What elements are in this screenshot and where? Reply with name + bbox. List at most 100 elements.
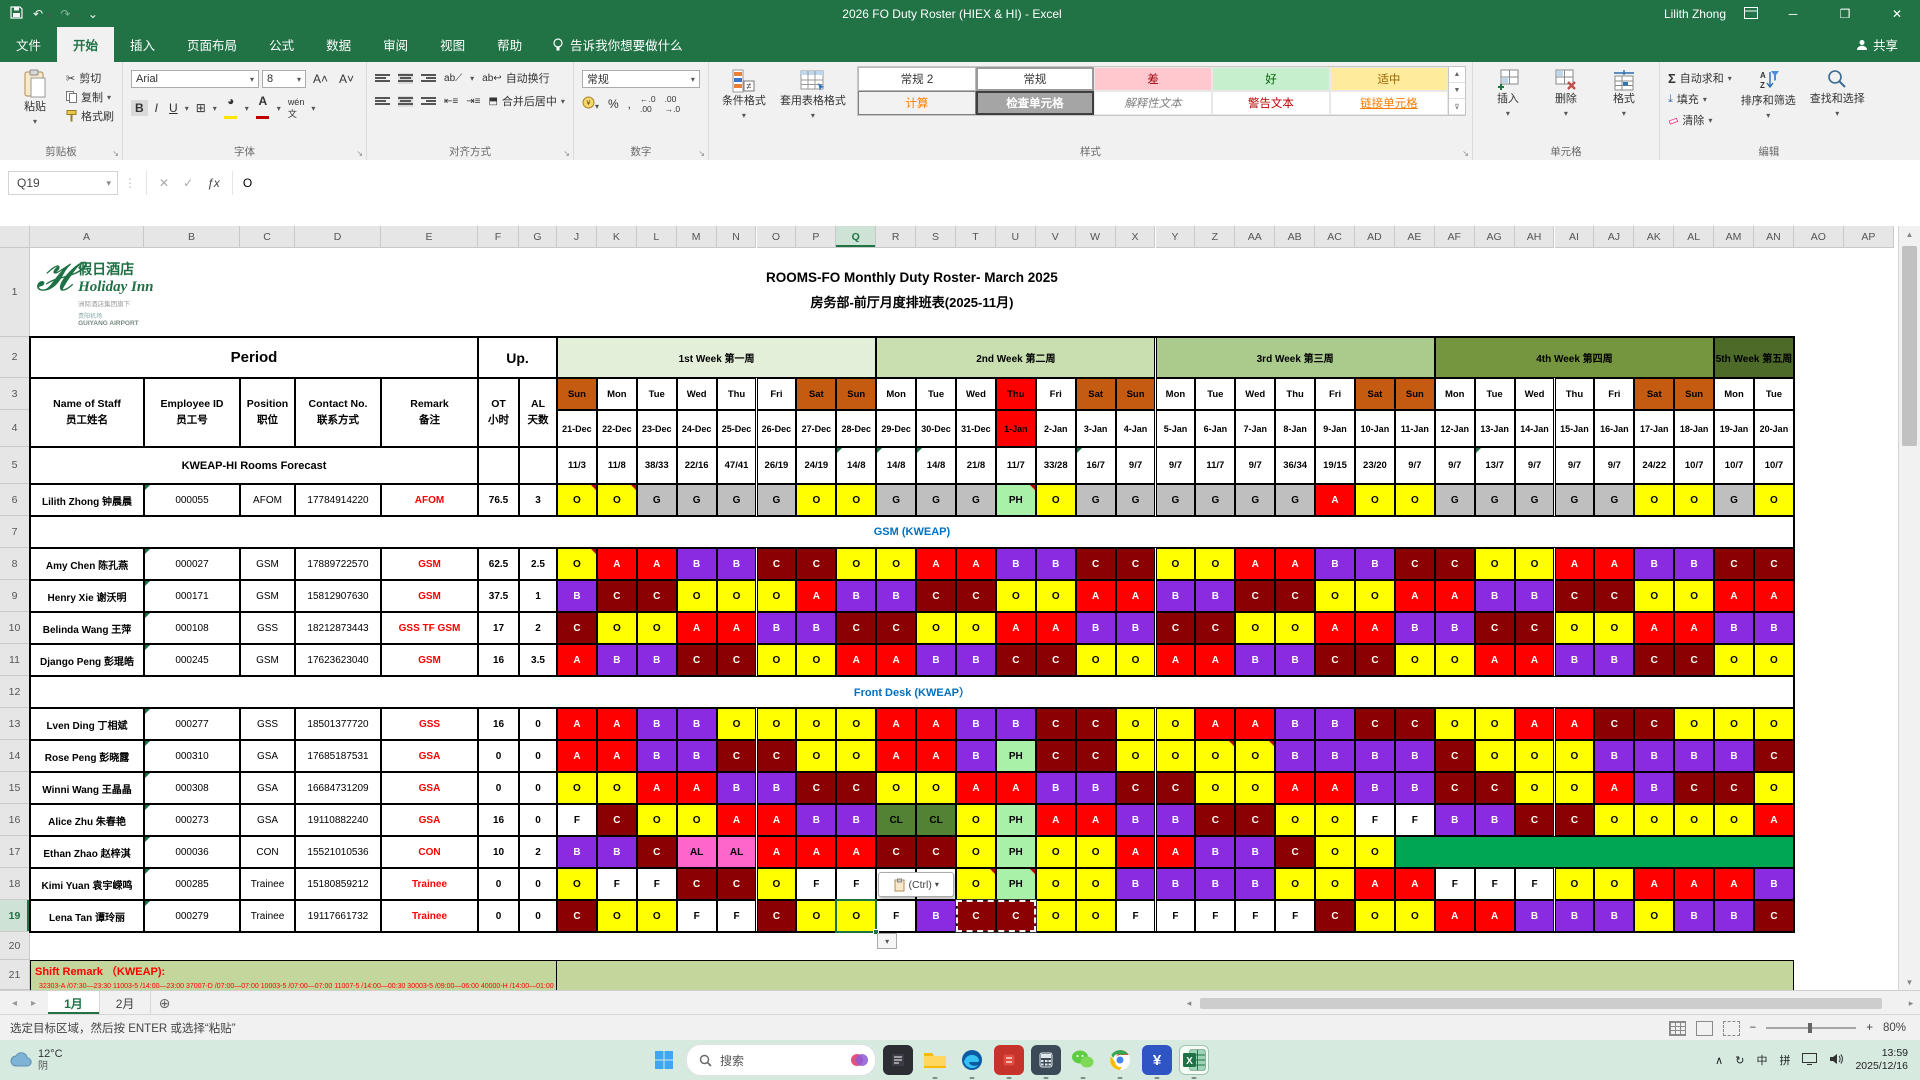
- shift-rose-15-Jan[interactable]: O: [1554, 740, 1595, 772]
- sheet-tab-jan[interactable]: 1月: [48, 991, 100, 1015]
- tray-chevron-icon[interactable]: ∧: [1715, 1054, 1723, 1067]
- shift-belinda-23-Dec[interactable]: O: [636, 612, 677, 644]
- shift-winni-19-Jan[interactable]: C: [1714, 772, 1754, 804]
- shift-django-17-Jan[interactable]: C: [1634, 644, 1675, 676]
- shift-amy-30-Dec[interactable]: A: [916, 548, 956, 580]
- shift-henry-5-Jan[interactable]: B: [1155, 580, 1196, 612]
- shift-rose-3-Jan[interactable]: C: [1075, 740, 1116, 772]
- align-center-icon[interactable]: [398, 95, 414, 107]
- shift-kimi-2-Jan[interactable]: O: [1035, 868, 1076, 900]
- shift-kimi-17-Jan[interactable]: A: [1634, 868, 1675, 900]
- shift-lena-27-Dec[interactable]: O: [796, 900, 837, 932]
- shift-lven-16-Jan[interactable]: C: [1594, 708, 1635, 740]
- prev-sheet-icon[interactable]: ◂: [12, 998, 17, 1009]
- shift-django-7-Jan[interactable]: B: [1235, 644, 1276, 676]
- shift-django-26-Dec[interactable]: O: [756, 644, 797, 676]
- app-chrome-icon[interactable]: [1105, 1045, 1135, 1079]
- forecast-20-Jan[interactable]: 10/7: [1754, 447, 1794, 484]
- shift-henry-29-Dec[interactable]: B: [876, 580, 917, 612]
- shift-alice-24-Dec[interactable]: O: [676, 804, 717, 836]
- date-20-Jan[interactable]: 20-Jan: [1754, 410, 1794, 447]
- shift-lena-21-Dec[interactable]: C: [557, 900, 597, 932]
- shift-rose-31-Dec[interactable]: B: [956, 740, 996, 772]
- shift-winni-3-Jan[interactable]: B: [1075, 772, 1116, 804]
- redo-button[interactable]: ↷ ▾: [60, 7, 77, 21]
- column-header-AI[interactable]: AI: [1554, 226, 1595, 248]
- shift-alice-13-Jan[interactable]: B: [1474, 804, 1515, 836]
- comma-style-button[interactable]: ,: [628, 97, 631, 111]
- shift-winni-14-Jan[interactable]: O: [1514, 772, 1555, 804]
- paste-button[interactable]: 粘贴 ▾: [7, 66, 63, 129]
- day-name-18-Jan[interactable]: Sun: [1674, 378, 1715, 410]
- shift-winni-16-Jan[interactable]: A: [1594, 772, 1635, 804]
- column-header-X[interactable]: X: [1115, 226, 1156, 248]
- shift-alice-9-Jan[interactable]: O: [1315, 804, 1355, 836]
- date-26-Dec[interactable]: 26-Dec: [756, 410, 797, 447]
- staff-ot-lven[interactable]: 16: [478, 708, 519, 740]
- day-name-1-Jan[interactable]: Thu: [995, 378, 1036, 410]
- sheet-tab-feb[interactable]: 2月: [99, 991, 152, 1015]
- fill-color-button[interactable]: ◕: [220, 93, 242, 123]
- staff-ot-alice[interactable]: 16: [478, 804, 519, 836]
- date-24-Dec[interactable]: 24-Dec: [676, 410, 717, 447]
- shift-lven-29-Dec[interactable]: A: [876, 708, 917, 740]
- shift-lilith-27-Dec[interactable]: O: [796, 484, 837, 516]
- shift-amy-4-Jan[interactable]: C: [1115, 548, 1156, 580]
- accounting-format-button[interactable]: ¥ ▾: [582, 96, 599, 112]
- shift-alice-25-Dec[interactable]: A: [716, 804, 757, 836]
- insert-function-icon[interactable]: ƒx: [207, 176, 220, 190]
- increase-indent-icon[interactable]: ⇥≡: [466, 96, 480, 107]
- shift-lena-6-Jan[interactable]: F: [1195, 900, 1236, 932]
- gallery-scroll-up[interactable]: ▲: [1448, 67, 1465, 83]
- shift-ethan-4-Jan[interactable]: A: [1115, 836, 1156, 868]
- shift-alice-7-Jan[interactable]: C: [1235, 804, 1276, 836]
- day-name-16-Jan[interactable]: Fri: [1594, 378, 1635, 410]
- column-header-V[interactable]: V: [1035, 226, 1076, 248]
- shift-django-14-Jan[interactable]: A: [1514, 644, 1555, 676]
- shift-winni-25-Dec[interactable]: B: [716, 772, 757, 804]
- shift-henry-16-Jan[interactable]: C: [1594, 580, 1635, 612]
- forecast-26-Dec[interactable]: 26/19: [756, 447, 797, 484]
- shift-kimi-21-Dec[interactable]: O: [557, 868, 597, 900]
- shift-amy-22-Dec[interactable]: A: [596, 548, 637, 580]
- staff-id-kimi[interactable]: 000285: [144, 868, 240, 900]
- staff-contact-rose[interactable]: 17685187531: [295, 740, 381, 772]
- day-name-19-Jan[interactable]: Mon: [1714, 378, 1754, 410]
- column-header-N[interactable]: N: [716, 226, 757, 248]
- shift-kimi-14-Jan[interactable]: F: [1514, 868, 1555, 900]
- forecast-21-Dec[interactable]: 11/3: [557, 447, 597, 484]
- row-header-1[interactable]: 1: [0, 248, 30, 337]
- forecast-ot-empty[interactable]: [478, 447, 519, 484]
- italic-button[interactable]: I: [151, 100, 162, 116]
- forecast-28-Dec[interactable]: 14/8: [836, 447, 877, 484]
- staff-id-amy[interactable]: 000027: [144, 548, 240, 580]
- staff-remark-henry[interactable]: GSM: [381, 580, 478, 612]
- shift-belinda-24-Dec[interactable]: A: [676, 612, 717, 644]
- font-name-select[interactable]: Arial ▾: [131, 70, 259, 88]
- staff-name-henry[interactable]: Henry Xie 谢沃明: [30, 580, 144, 612]
- staff-remark-kimi[interactable]: Trainee: [381, 868, 478, 900]
- shift-lilith-1-Jan[interactable]: PH: [995, 484, 1036, 516]
- number-format-select[interactable]: 常规 ▾: [581, 70, 700, 88]
- shift-alice-12-Jan[interactable]: B: [1434, 804, 1475, 836]
- borders-button[interactable]: ⊞: [192, 100, 210, 116]
- shift-lena-5-Jan[interactable]: F: [1155, 900, 1196, 932]
- row-header-11[interactable]: 11: [0, 644, 30, 676]
- horizontal-scrollbar[interactable]: ◂ ▸: [1180, 991, 1920, 1015]
- staff-position-henry[interactable]: GSM: [240, 580, 295, 612]
- shift-lven-27-Dec[interactable]: O: [796, 708, 837, 740]
- shift-amy-27-Dec[interactable]: C: [796, 548, 837, 580]
- shift-belinda-16-Jan[interactable]: O: [1594, 612, 1635, 644]
- page-break-view-icon[interactable]: [1722, 1020, 1740, 1036]
- tab-view[interactable]: 视图: [424, 27, 481, 62]
- shift-belinda-4-Jan[interactable]: B: [1115, 612, 1156, 644]
- day-name-6-Jan[interactable]: Tue: [1195, 378, 1236, 410]
- gallery-expand[interactable]: ⊽: [1448, 99, 1465, 115]
- day-name-28-Dec[interactable]: Sun: [836, 378, 877, 410]
- row-header-6[interactable]: 6: [0, 484, 30, 516]
- staff-contact-lilith[interactable]: 17784914220: [295, 484, 381, 516]
- column-header-C[interactable]: C: [240, 226, 295, 248]
- staff-ot-django[interactable]: 16: [478, 644, 519, 676]
- column-header-F[interactable]: F: [478, 226, 519, 248]
- shift-belinda-14-Jan[interactable]: C: [1514, 612, 1555, 644]
